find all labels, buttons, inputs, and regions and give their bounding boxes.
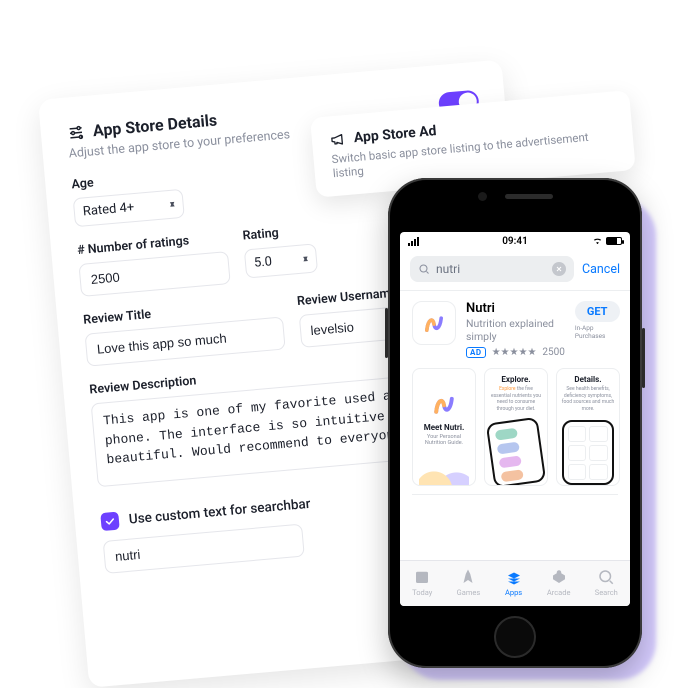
phone-frame: 09:41 nutri Cancel — [388, 178, 642, 668]
star-rating: ★★★★★ — [492, 347, 537, 358]
shot1-title: Meet Nutri. — [424, 423, 465, 432]
rating-field: Rating 5.0 ▴▾ — [242, 222, 318, 282]
home-button[interactable] — [494, 616, 536, 658]
get-button[interactable]: GET — [575, 301, 620, 322]
tab-search-label: Search — [595, 588, 618, 597]
app-icon — [412, 301, 456, 345]
rating-label: Rating — [242, 222, 315, 243]
app-result[interactable]: Nutri Nutrition explained simply AD ★★★★… — [400, 291, 630, 358]
cancel-button[interactable]: Cancel — [582, 262, 620, 277]
status-bar: 09:41 — [400, 232, 630, 250]
wifi-icon — [592, 237, 603, 245]
speaker-icon — [505, 194, 553, 199]
tab-games-label: Games — [457, 588, 481, 597]
tab-search[interactable]: Search — [595, 568, 618, 597]
app-store-search-row: nutri Cancel — [400, 250, 630, 291]
shot2-title: Explore. — [489, 375, 543, 384]
iap-label: In-App Purchases — [575, 324, 620, 340]
camera-icon — [478, 192, 487, 201]
tab-apps-label: Apps — [505, 588, 522, 597]
ad-badge: AD — [466, 347, 486, 358]
tab-today-label: Today — [412, 588, 432, 597]
shot1-sub: Your Personal Nutrition Guide. — [419, 434, 469, 446]
rating-stepper[interactable]: 5.0 ▴▾ — [244, 243, 318, 278]
tab-apps[interactable]: Apps — [505, 568, 523, 597]
tab-today[interactable]: Today — [412, 568, 432, 597]
shot2-sub-pre: Explore — [499, 386, 516, 392]
tab-arcade-label: Arcade — [547, 588, 571, 597]
custom-searchbar-checkbox[interactable] — [100, 512, 120, 532]
phone-screen: 09:41 nutri Cancel — [400, 232, 630, 606]
ad-popover-title: App Store Ad — [353, 123, 437, 146]
shot3-sub: See health benefits, deficiency symptoms… — [561, 386, 615, 412]
screenshot-3: Details. See health benefits, deficiency… — [556, 368, 620, 486]
tab-bar: Today Games Apps Arcade Search — [400, 560, 630, 606]
sliders-icon — [66, 123, 86, 143]
screenshots-row[interactable]: Meet Nutri. Your Personal Nutrition Guid… — [400, 358, 630, 494]
ratings-count: 2500 — [542, 347, 564, 358]
ratings-count-field: # Number of ratings — [77, 230, 231, 297]
screenshot-2: Explore. Explore the five essential nutr… — [484, 368, 548, 486]
shot3-title: Details. — [561, 375, 615, 384]
signal-indicator — [408, 232, 419, 250]
clear-search-button[interactable] — [552, 262, 566, 276]
age-value: Rated 4+ — [82, 200, 135, 219]
review-title-field: Review Title — [83, 296, 285, 367]
age-stepper[interactable]: Rated 4+ ▴▾ — [73, 189, 185, 227]
custom-searchbar-label: Use custom text for searchbar — [128, 496, 311, 528]
megaphone-icon — [329, 131, 346, 148]
app-tagline: Nutrition explained simply — [466, 317, 565, 343]
tab-arcade[interactable]: Arcade — [547, 568, 571, 597]
screenshot-1: Meet Nutri. Your Personal Nutrition Guid… — [412, 368, 476, 486]
cellular-icon — [408, 237, 419, 246]
battery-icon — [606, 237, 622, 245]
search-input[interactable]: nutri — [410, 256, 574, 282]
rating-value: 5.0 — [253, 254, 272, 271]
search-text: nutri — [436, 262, 460, 276]
search-icon — [418, 263, 430, 275]
separator — [412, 494, 618, 495]
app-name: Nutri — [466, 301, 565, 316]
phone-hardware — [388, 192, 642, 201]
status-time: 09:41 — [502, 236, 528, 247]
custom-searchbar-input[interactable] — [103, 524, 305, 574]
ratings-count-input[interactable] — [78, 251, 230, 297]
tab-games[interactable]: Games — [457, 568, 481, 597]
